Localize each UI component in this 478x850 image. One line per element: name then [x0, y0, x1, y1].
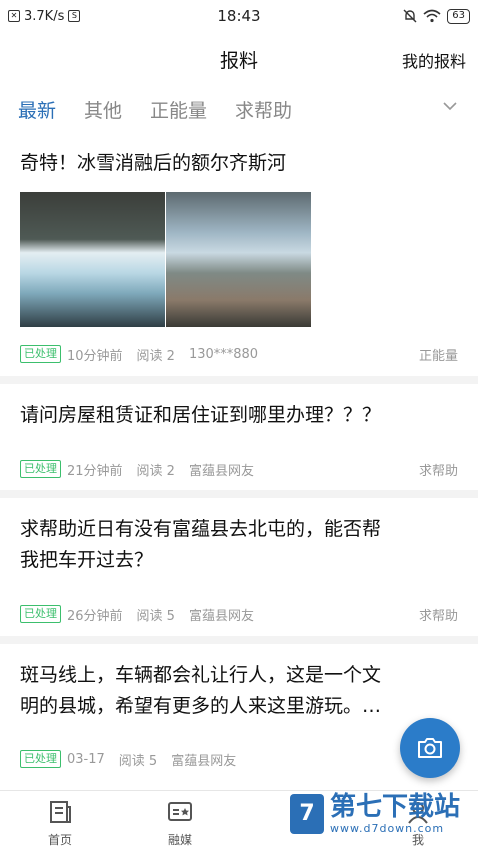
status-bar: ✕ 3.7K/s S 18:43 63	[0, 0, 478, 32]
item-time: 21分钟前	[67, 463, 123, 479]
item-image[interactable]	[166, 192, 311, 327]
status-badge: 已处理	[20, 750, 61, 768]
item-time: 10分钟前	[67, 348, 123, 364]
tab-ask-help[interactable]: 求帮助	[235, 96, 292, 123]
tab-latest[interactable]: 最新	[18, 96, 56, 123]
my-reports-link[interactable]: 我的报料	[402, 48, 466, 72]
item-reads: 阅读 2	[136, 348, 175, 364]
item-title: 奇特！冰雪消融后的额尔齐斯河	[20, 152, 287, 174]
item-author: 富蕴县网友	[171, 753, 237, 769]
nav-home-label: 首页	[47, 833, 72, 847]
mute-bell-icon	[403, 9, 417, 23]
status-badge: 已处理	[20, 605, 61, 623]
nav-home[interactable]: 首页	[30, 799, 90, 848]
watermark-name: 第七下载站	[330, 792, 461, 822]
item-time: 26分钟前	[67, 608, 123, 624]
camera-report-button[interactable]	[400, 718, 460, 778]
item-author: 130***880	[188, 346, 259, 362]
camera-icon	[418, 738, 442, 758]
item-title: 斑马线上，车辆都会礼让行人，这是一个文 明的县城，希望有更多的人来这里游玩。…	[20, 660, 458, 722]
item-title-line: 求帮助近日有没有富蕴县去北屯的，能否帮	[20, 518, 382, 540]
item-category: 求帮助	[418, 463, 458, 479]
nav-media-label: 融媒	[167, 833, 192, 847]
status-badge: 已处理	[20, 345, 61, 363]
item-meta: 已处理 03-17 阅读 5 富蕴县网友	[20, 749, 458, 769]
item-title: 求帮助近日有没有富蕴县去北屯的，能否帮 我把车开过去？	[20, 514, 458, 576]
status-right: 63	[403, 8, 470, 24]
list-item[interactable]: 请问房屋租赁证和居住证到哪里办理？？？	[0, 384, 478, 498]
item-meta: 已处理 10分钟前 阅读 2 130***880 正能量	[20, 344, 458, 364]
item-author: 富蕴县网友	[188, 608, 254, 624]
nav-media[interactable]: 融媒	[150, 799, 210, 848]
top-nav: 报料 我的报料	[0, 34, 478, 82]
battery-level: 63	[447, 8, 470, 24]
item-title-line: 我把车开过去？	[20, 549, 154, 571]
nav-me-label: 我	[411, 833, 424, 847]
item-reads: 阅读 2	[136, 463, 175, 479]
item-title-line: 明的县城，希望有更多的人来这里游玩。…	[20, 695, 382, 717]
item-category: 求帮助	[418, 608, 458, 624]
item-time: 03-17	[67, 751, 105, 767]
item-meta: 已处理 26分钟前 阅读 5 富蕴县网友 求帮助	[20, 604, 458, 624]
wifi-icon	[423, 9, 441, 23]
item-reads: 阅读 5	[136, 608, 175, 624]
item-meta: 已处理 21分钟前 阅读 2 富蕴县网友 求帮助	[20, 459, 458, 479]
document-icon	[50, 801, 71, 823]
item-category: 正能量	[418, 348, 458, 364]
watermark-url: www.d7down.com	[330, 822, 445, 835]
media-icon	[168, 802, 192, 821]
item-reads: 阅读 5	[118, 753, 158, 769]
watermark: 7 第七下载站 www.d7down.com	[290, 792, 460, 835]
item-image[interactable]	[20, 192, 165, 327]
category-tabs: 最新 其他 正能量 求帮助	[0, 86, 478, 132]
watermark-text: 第七下载站 www.d7down.com	[330, 792, 460, 835]
tab-other[interactable]: 其他	[84, 96, 122, 123]
item-title-line: 斑马线上，车辆都会礼让行人，这是一个文	[20, 664, 382, 686]
watermark-logo: 7	[290, 793, 324, 834]
status-badge: 已处理	[20, 460, 61, 478]
item-title: 请问房屋租赁证和居住证到哪里办理？？？	[20, 404, 382, 426]
item-author: 富蕴县网友	[188, 463, 254, 479]
chevron-down-icon[interactable]	[442, 98, 458, 114]
tab-positive-energy[interactable]: 正能量	[150, 96, 207, 123]
